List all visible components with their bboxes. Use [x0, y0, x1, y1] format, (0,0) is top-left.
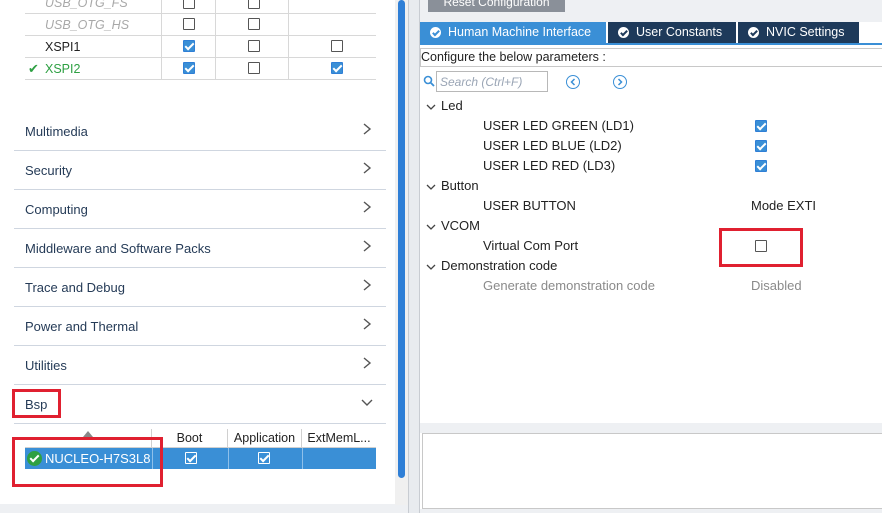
tab-nvic-settings[interactable]: NVIC Settings	[738, 22, 859, 43]
checkbox[interactable]	[183, 18, 195, 30]
param-row: USER BUTTON Mode EXTI	[420, 196, 882, 216]
collapse-chevron-icon[interactable]	[426, 261, 436, 271]
checkbox[interactable]	[183, 40, 195, 52]
next-result-icon[interactable]	[613, 75, 627, 89]
category-bsp[interactable]: Bsp	[14, 385, 386, 424]
group-label: VCOM	[441, 218, 480, 233]
boot-checkbox[interactable]	[185, 452, 197, 464]
checkbox[interactable]	[248, 40, 260, 52]
checkbox[interactable]	[248, 0, 260, 9]
chevron-right-icon	[360, 200, 374, 214]
peripheral-name: USB_OTG_FS	[25, 0, 162, 14]
collapse-chevron-icon[interactable]	[426, 181, 436, 191]
check-circle-icon	[430, 27, 441, 38]
chevron-right-icon	[360, 317, 374, 331]
param-label: Virtual Com Port	[483, 238, 579, 253]
collapse-chevron-icon[interactable]	[426, 101, 436, 111]
group-label: Demonstration code	[441, 258, 558, 273]
category-label: Power and Thermal	[25, 319, 139, 334]
configure-label: Configure the below parameters :	[420, 48, 882, 67]
column-header-extmem[interactable]: ExtMemL...	[302, 429, 376, 448]
category-label: Multimedia	[25, 124, 88, 139]
checkbox[interactable]	[248, 62, 260, 74]
category-security[interactable]: Security	[14, 151, 386, 190]
category-trace-and-debug[interactable]: Trace and Debug	[14, 268, 386, 307]
chevron-right-icon	[360, 239, 374, 253]
param-label: Generate demonstration code	[483, 278, 655, 293]
chevron-right-icon	[360, 161, 374, 175]
scrollbar-thumb[interactable]	[398, 0, 405, 478]
description-panel	[422, 433, 882, 509]
tab-label: User Constants	[636, 25, 723, 39]
checkbox[interactable]	[331, 40, 343, 52]
category-computing[interactable]: Computing	[14, 190, 386, 229]
check-circle-icon	[748, 27, 759, 38]
group-label: Button	[441, 178, 479, 193]
param-label: USER LED RED (LD3)	[483, 158, 616, 173]
reset-configuration-button[interactable]: Reset Configuration	[428, 0, 565, 12]
left-panel: USB_OTG_FS USB_OTG_HS XSPI1 ✔ XSPI2 Mult…	[0, 0, 408, 513]
highlight-virtual-com-port	[719, 228, 803, 267]
param-row: USER LED GREEN (LD1)	[420, 116, 882, 136]
search-icon	[423, 75, 435, 87]
split-divider[interactable]	[408, 0, 420, 513]
highlight-bsp	[12, 389, 61, 418]
table-row[interactable]: XSPI1	[25, 36, 376, 58]
search-input[interactable]	[436, 71, 548, 92]
param-row: USER LED RED (LD3)	[420, 156, 882, 176]
table-row[interactable]: ✔ XSPI2	[25, 58, 376, 80]
param-label: USER LED BLUE (LD2)	[483, 138, 622, 153]
column-header-boot[interactable]: Boot	[152, 429, 228, 448]
check-circle-icon	[618, 27, 629, 38]
category-label: Utilities	[25, 358, 67, 373]
category-label: Security	[25, 163, 72, 178]
param-label: USER LED GREEN (LD1)	[483, 118, 634, 133]
category-label: Computing	[25, 202, 88, 217]
param-row: USER LED BLUE (LD2)	[420, 136, 882, 156]
group-vcom[interactable]: VCOM	[420, 216, 882, 236]
table-row[interactable]: USB_OTG_FS	[25, 0, 376, 14]
param-row: Generate demonstration code Disabled	[420, 276, 882, 296]
led-blue-checkbox[interactable]	[755, 140, 767, 152]
tab-human-machine-interface[interactable]: Human Machine Interface	[420, 22, 606, 43]
category-multimedia[interactable]: Multimedia	[14, 112, 386, 151]
right-panel: Reset Configuration Human Machine Interf…	[420, 0, 882, 513]
tab-label: NVIC Settings	[766, 25, 845, 39]
chevron-down-icon	[360, 395, 374, 409]
tab-user-constants[interactable]: User Constants	[608, 22, 736, 43]
group-label: Led	[441, 98, 463, 113]
column-header-application[interactable]: Application	[228, 429, 302, 448]
param-value: Disabled	[751, 278, 802, 293]
checkbox[interactable]	[331, 62, 343, 74]
peripheral-name: XSPI2	[25, 58, 162, 80]
chevron-right-icon	[360, 122, 374, 136]
previous-result-icon[interactable]	[566, 75, 580, 89]
led-green-checkbox[interactable]	[755, 120, 767, 132]
group-button[interactable]: Button	[420, 176, 882, 196]
category-power-and-thermal[interactable]: Power and Thermal	[14, 307, 386, 346]
param-value[interactable]: Mode EXTI	[751, 198, 816, 213]
table-row[interactable]: USB_OTG_HS	[25, 14, 376, 36]
collapse-chevron-icon[interactable]	[426, 221, 436, 231]
category-middleware[interactable]: Middleware and Software Packs	[14, 229, 386, 268]
peripheral-name: USB_OTG_HS	[25, 14, 162, 36]
tab-bar: Human Machine Interface User Constants N…	[420, 22, 882, 44]
param-label: USER BUTTON	[483, 198, 576, 213]
category-utilities[interactable]: Utilities	[14, 346, 386, 385]
peripheral-name: XSPI1	[25, 36, 162, 58]
tab-label: Human Machine Interface	[448, 25, 592, 39]
group-led[interactable]: Led	[420, 96, 882, 116]
category-label: Trace and Debug	[25, 280, 125, 295]
checkbox[interactable]	[248, 18, 260, 30]
param-row: Virtual Com Port	[420, 236, 882, 256]
checkbox[interactable]	[183, 0, 195, 9]
chevron-right-icon	[360, 278, 374, 292]
led-red-checkbox[interactable]	[755, 160, 767, 172]
checkbox[interactable]	[183, 62, 195, 74]
category-label: Middleware and Software Packs	[25, 241, 211, 256]
application-checkbox[interactable]	[258, 452, 270, 464]
highlight-nucleo	[12, 437, 163, 487]
chevron-right-icon	[360, 356, 374, 370]
group-demonstration-code[interactable]: Demonstration code	[420, 256, 882, 276]
